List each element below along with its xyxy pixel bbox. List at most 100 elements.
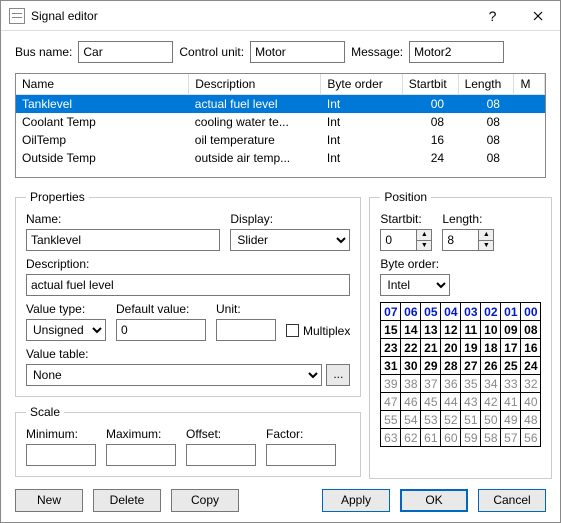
bit-cell[interactable]: 36 — [441, 375, 461, 393]
min-input[interactable] — [26, 444, 96, 466]
valuetable-browse-button[interactable]: ... — [326, 364, 350, 386]
bit-grid[interactable]: 0706050403020100151413121110090823222120… — [380, 302, 541, 447]
bit-cell[interactable]: 35 — [461, 375, 481, 393]
signals-table[interactable]: Name Description Byte order Startbit Len… — [15, 73, 546, 178]
startbit-input[interactable] — [380, 229, 416, 251]
apply-button[interactable]: Apply — [322, 489, 390, 512]
bit-cell[interactable]: 62 — [401, 429, 421, 447]
description-input[interactable] — [26, 274, 350, 296]
bit-cell[interactable]: 39 — [381, 375, 401, 393]
bit-cell[interactable]: 53 — [421, 411, 441, 429]
table-row[interactable]: Coolant Tempcooling water te...Int0808 — [16, 113, 545, 131]
bit-cell[interactable]: 30 — [401, 357, 421, 375]
bit-cell[interactable]: 31 — [381, 357, 401, 375]
bit-cell[interactable]: 23 — [381, 339, 401, 357]
valuetype-select[interactable]: Unsigned — [26, 319, 106, 341]
bit-cell[interactable]: 37 — [421, 375, 441, 393]
default-input[interactable] — [116, 319, 206, 341]
bit-cell[interactable]: 08 — [521, 321, 541, 339]
cancel-button[interactable]: Cancel — [478, 489, 546, 512]
valuetable-select[interactable]: None — [26, 364, 322, 386]
factor-input[interactable] — [266, 444, 336, 466]
bit-cell[interactable]: 01 — [501, 303, 521, 321]
bit-cell[interactable]: 17 — [501, 339, 521, 357]
col-name[interactable]: Name — [16, 74, 189, 95]
bit-cell[interactable]: 00 — [521, 303, 541, 321]
bit-cell[interactable]: 11 — [461, 321, 481, 339]
bit-cell[interactable]: 52 — [441, 411, 461, 429]
message-input[interactable] — [409, 41, 504, 63]
bit-cell[interactable]: 61 — [421, 429, 441, 447]
startbit-spinner[interactable]: ▲▼ — [380, 229, 432, 251]
bit-cell[interactable]: 50 — [481, 411, 501, 429]
bit-cell[interactable]: 51 — [461, 411, 481, 429]
help-button[interactable]: ? — [470, 1, 515, 30]
bit-cell[interactable]: 45 — [421, 393, 441, 411]
bit-cell[interactable]: 14 — [401, 321, 421, 339]
table-row[interactable]: OilTempoil temperatureInt1608 — [16, 131, 545, 149]
bus-name-input[interactable] — [78, 41, 173, 63]
bit-cell[interactable]: 26 — [481, 357, 501, 375]
multiplex-checkbox[interactable]: Multiplex — [286, 320, 350, 341]
bit-cell[interactable]: 34 — [481, 375, 501, 393]
bit-cell[interactable]: 03 — [461, 303, 481, 321]
new-button[interactable]: New — [15, 489, 83, 512]
bit-cell[interactable]: 46 — [401, 393, 421, 411]
unit-input[interactable] — [216, 319, 276, 341]
bit-cell[interactable]: 19 — [461, 339, 481, 357]
copy-button[interactable]: Copy — [171, 489, 239, 512]
byteorder-select[interactable]: Intel — [380, 274, 450, 296]
bit-cell[interactable]: 05 — [421, 303, 441, 321]
bit-cell[interactable]: 49 — [501, 411, 521, 429]
bit-cell[interactable]: 42 — [481, 393, 501, 411]
bit-cell[interactable]: 29 — [421, 357, 441, 375]
bit-cell[interactable]: 41 — [501, 393, 521, 411]
bit-cell[interactable]: 16 — [521, 339, 541, 357]
offset-input[interactable] — [186, 444, 256, 466]
length-input[interactable] — [442, 229, 478, 251]
length-spinner[interactable]: ▲▼ — [442, 229, 494, 251]
col-desc[interactable]: Description — [189, 74, 321, 95]
bit-cell[interactable]: 09 — [501, 321, 521, 339]
bit-cell[interactable]: 24 — [521, 357, 541, 375]
chevron-up-icon[interactable]: ▲ — [479, 230, 493, 241]
bit-cell[interactable]: 56 — [521, 429, 541, 447]
delete-button[interactable]: Delete — [93, 489, 161, 512]
max-input[interactable] — [106, 444, 176, 466]
bit-cell[interactable]: 15 — [381, 321, 401, 339]
bit-cell[interactable]: 59 — [461, 429, 481, 447]
bit-cell[interactable]: 06 — [401, 303, 421, 321]
table-row[interactable]: Outside Tempoutside air temp...Int2408 — [16, 149, 545, 167]
bit-cell[interactable]: 32 — [521, 375, 541, 393]
chevron-down-icon[interactable]: ▼ — [417, 241, 431, 251]
bit-cell[interactable]: 07 — [381, 303, 401, 321]
bit-cell[interactable]: 04 — [441, 303, 461, 321]
bit-cell[interactable]: 63 — [381, 429, 401, 447]
chevron-down-icon[interactable]: ▼ — [479, 241, 493, 251]
bit-cell[interactable]: 21 — [421, 339, 441, 357]
bit-cell[interactable]: 57 — [501, 429, 521, 447]
bit-cell[interactable]: 10 — [481, 321, 501, 339]
bit-cell[interactable]: 60 — [441, 429, 461, 447]
table-row[interactable]: Tanklevelactual fuel levelInt0008 — [16, 95, 545, 114]
bit-cell[interactable]: 38 — [401, 375, 421, 393]
bit-cell[interactable]: 47 — [381, 393, 401, 411]
bit-cell[interactable]: 22 — [401, 339, 421, 357]
bit-cell[interactable]: 28 — [441, 357, 461, 375]
bit-cell[interactable]: 54 — [401, 411, 421, 429]
bit-cell[interactable]: 02 — [481, 303, 501, 321]
bit-cell[interactable]: 55 — [381, 411, 401, 429]
col-m[interactable]: M — [514, 74, 545, 95]
display-select[interactable]: Slider — [230, 229, 350, 251]
bit-cell[interactable]: 58 — [481, 429, 501, 447]
name-input[interactable] — [26, 229, 220, 251]
bit-cell[interactable]: 48 — [521, 411, 541, 429]
spinner-arrows[interactable]: ▲▼ — [416, 229, 432, 251]
bit-cell[interactable]: 20 — [441, 339, 461, 357]
spinner-arrows[interactable]: ▲▼ — [478, 229, 494, 251]
bit-cell[interactable]: 33 — [501, 375, 521, 393]
bit-cell[interactable]: 44 — [441, 393, 461, 411]
ok-button[interactable]: OK — [400, 489, 468, 512]
bit-cell[interactable]: 25 — [501, 357, 521, 375]
bit-cell[interactable]: 27 — [461, 357, 481, 375]
